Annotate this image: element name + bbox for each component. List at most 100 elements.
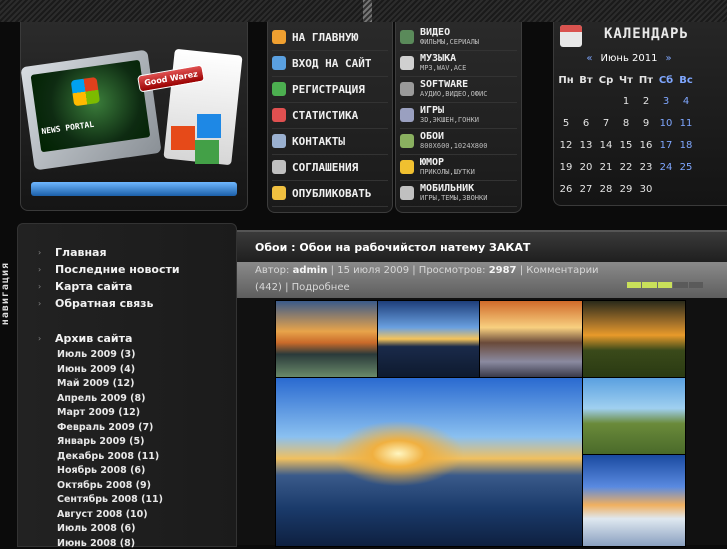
- rating-star-icon[interactable]: [627, 282, 642, 288]
- calendar-title: Календарь: [604, 26, 689, 42]
- category-text: Обои 800x600,1024x800: [420, 131, 487, 151]
- category-text: Игры 3d,экшен,гонки: [420, 105, 479, 125]
- category-item[interactable]: Юмор приколы,шутки: [400, 154, 517, 181]
- calendar-day[interactable]: 25: [676, 156, 696, 178]
- category-subtitle: mp3,wav,ace: [420, 64, 467, 72]
- calendar-day[interactable]: 4: [676, 90, 696, 112]
- nav-item[interactable]: Контакты: [272, 128, 388, 155]
- calendar-day[interactable]: 21: [596, 156, 616, 178]
- nav-item[interactable]: Регистрация: [272, 76, 388, 103]
- calendar-day[interactable]: 16: [636, 134, 656, 156]
- calendar-day[interactable]: 30: [636, 178, 656, 200]
- rating-star-icon[interactable]: [642, 282, 657, 288]
- author-link[interactable]: admin: [293, 265, 328, 276]
- nav-item[interactable]: Статистика: [272, 102, 388, 129]
- category-title: Обои: [420, 131, 445, 142]
- calendar-day[interactable]: 11: [676, 112, 696, 134]
- calendar-day[interactable]: 12: [556, 134, 576, 156]
- site-logo[interactable]: NEWS PORTAL Good Warez: [20, 22, 248, 211]
- nav-item[interactable]: На главную: [272, 24, 388, 51]
- comments-link[interactable]: Комментарии: [526, 265, 598, 276]
- archive-link[interactable]: Декабрь 2008 (11): [57, 451, 159, 462]
- category-title: Мобильник: [420, 183, 475, 194]
- calendar-next-link[interactable]: »: [665, 53, 671, 64]
- wallpaper-thumbnail[interactable]: [582, 377, 686, 455]
- archive-link[interactable]: Июнь 2009 (4): [57, 364, 135, 375]
- archive-link[interactable]: Июль 2009 (3): [57, 349, 136, 360]
- category-item[interactable]: Мобильник игры,темы,звонки: [400, 180, 517, 207]
- sidebar-link[interactable]: Обратная связь: [55, 297, 154, 310]
- rating-star-icon[interactable]: [657, 282, 673, 288]
- sidebar: › Главная › Последние новости › Карта сайта › О…: [17, 223, 237, 549]
- archive-link[interactable]: Февраль 2009 (7): [57, 422, 153, 433]
- calendar-day[interactable]: 14: [596, 134, 616, 156]
- calendar-day[interactable]: 3: [656, 90, 676, 112]
- calendar-day[interactable]: 17: [656, 134, 676, 156]
- archive-link[interactable]: Январь 2009 (5): [57, 436, 144, 447]
- calendar-day[interactable]: 19: [556, 156, 576, 178]
- archive-link[interactable]: Апрель 2009 (8): [57, 393, 145, 404]
- category-item[interactable]: Обои 800x600,1024x800: [400, 128, 517, 155]
- rating-star-icon[interactable]: [688, 282, 704, 288]
- calendar-day[interactable]: 10: [656, 112, 676, 134]
- calendar-day[interactable]: 27: [576, 178, 596, 200]
- nav-item-label: Контакты: [292, 134, 345, 148]
- post-meta-line: (442) | Подробнее: [255, 282, 350, 293]
- category-item[interactable]: Игры 3d,экшен,гонки: [400, 102, 517, 129]
- home-icon: [272, 30, 286, 44]
- wallpaper-thumbnail[interactable]: [582, 300, 686, 378]
- nav-item[interactable]: Опубликовать: [272, 180, 388, 207]
- rating-star-icon[interactable]: [673, 282, 688, 288]
- calendar-day[interactable]: 7: [596, 112, 616, 134]
- archive-link[interactable]: Июнь 2008 (8): [57, 538, 135, 549]
- wallpaper-thumbnail[interactable]: [377, 300, 480, 378]
- calendar-day[interactable]: 26: [556, 178, 576, 200]
- wallpaper-thumbnail[interactable]: [582, 454, 686, 547]
- archive-link[interactable]: Март 2009 (12): [57, 407, 140, 418]
- archive-link[interactable]: Сентябрь 2008 (11): [57, 494, 163, 505]
- post-meta-line: Автор: admin | 15 июля 2009 | Просмотров…: [255, 265, 599, 276]
- document-icon: [272, 160, 286, 174]
- sidebar-link[interactable]: Карта сайта: [55, 280, 132, 293]
- calendar-day[interactable]: 22: [616, 156, 636, 178]
- category-item[interactable]: Музыка mp3,wav,ace: [400, 50, 517, 77]
- wallpaper-large[interactable]: [275, 377, 583, 547]
- calendar-day[interactable]: 29: [616, 178, 636, 200]
- category-navigation: Видео фильмы,сериалы Музыка mp3,wav,ace Soft…: [395, 22, 522, 213]
- calendar-prev-link[interactable]: «: [586, 53, 592, 64]
- calendar-day[interactable]: 18: [676, 134, 696, 156]
- calendar-day[interactable]: 1: [616, 90, 636, 112]
- calendar-day[interactable]: 24: [656, 156, 676, 178]
- calendar-day[interactable]: 28: [596, 178, 616, 200]
- sidebar-link[interactable]: Главная: [55, 246, 107, 259]
- main-content: Обои : Обои на рабочийстол натему ЗАКАТ …: [237, 230, 727, 547]
- calendar-day[interactable]: 15: [616, 134, 636, 156]
- archive-link[interactable]: Октябрь 2008 (9): [57, 480, 151, 491]
- category-item[interactable]: Видео фильмы,сериалы: [400, 24, 517, 51]
- calendar-day[interactable]: 23: [636, 156, 656, 178]
- archive-link[interactable]: Август 2008 (10): [57, 509, 148, 520]
- archive-link[interactable]: Май 2009 (12): [57, 378, 134, 389]
- post-title[interactable]: Обои : Обои на рабочийстол натему ЗАКАТ: [255, 241, 530, 254]
- calendar-day[interactable]: 9: [636, 112, 656, 134]
- calendar-day[interactable]: 2: [636, 90, 656, 112]
- comments-count[interactable]: (442): [255, 282, 282, 293]
- nav-item-label: Соглашения: [292, 160, 359, 174]
- sidebar-link[interactable]: Последние новости: [55, 263, 180, 276]
- archive-link[interactable]: Ноябрь 2008 (6): [57, 465, 145, 476]
- category-subtitle: аудио,видео,офис: [420, 90, 488, 98]
- archive-link[interactable]: Июль 2008 (6): [57, 523, 136, 534]
- nav-item[interactable]: Вход на сайт: [272, 50, 388, 77]
- calendar-day[interactable]: 6: [576, 112, 596, 134]
- nav-item[interactable]: Соглашения: [272, 154, 388, 181]
- wallpaper-thumbnail[interactable]: [479, 300, 583, 378]
- category-item[interactable]: Software аудио,видео,офис: [400, 76, 517, 103]
- calendar-day[interactable]: 5: [556, 112, 576, 134]
- category-text: Музыка mp3,wav,ace: [420, 53, 466, 73]
- rating-stars[interactable]: [627, 282, 704, 288]
- calendar-day[interactable]: 20: [576, 156, 596, 178]
- read-more-link[interactable]: Подробнее: [292, 282, 350, 293]
- calendar-day[interactable]: 13: [576, 134, 596, 156]
- calendar-day[interactable]: 8: [616, 112, 636, 134]
- wallpaper-thumbnail[interactable]: [275, 300, 378, 378]
